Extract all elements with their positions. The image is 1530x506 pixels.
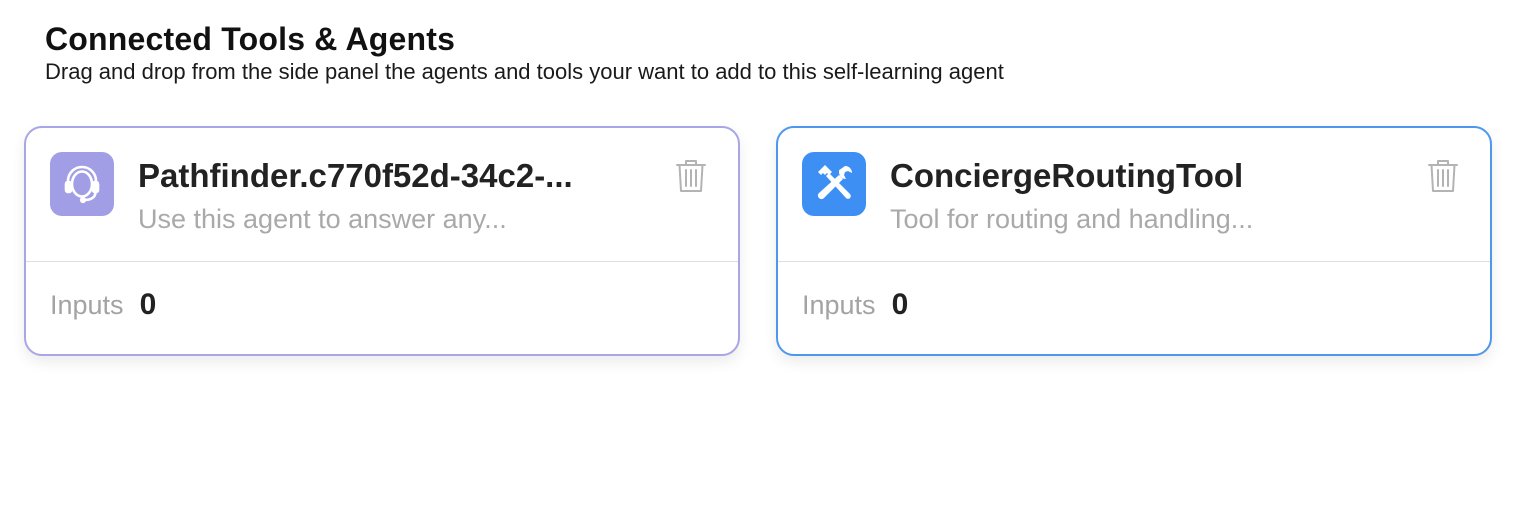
agent-card[interactable]: Pathfinder.c770f52d-34c2-... Use this ag… <box>24 126 740 356</box>
headset-icon <box>50 152 114 216</box>
tool-description: Tool for routing and handling... <box>890 204 1254 234</box>
inputs-label: Inputs <box>802 290 876 320</box>
hammer-wrench-icon <box>802 152 866 216</box>
inputs-row: Inputs 0 <box>50 288 156 322</box>
section-subtitle: Drag and drop from the side panel the ag… <box>45 59 1004 84</box>
card-header: ConciergeRoutingTool Tool for routing an… <box>778 128 1490 262</box>
trash-icon[interactable] <box>1426 158 1460 194</box>
inputs-count: 0 <box>891 288 909 321</box>
card-header: Pathfinder.c770f52d-34c2-... Use this ag… <box>26 128 738 262</box>
trash-icon[interactable] <box>674 158 708 194</box>
inputs-count: 0 <box>139 288 157 321</box>
agent-name: Pathfinder.c770f52d-34c2-... <box>138 157 573 194</box>
section-title: Connected Tools & Agents <box>45 21 456 57</box>
tool-name: ConciergeRoutingTool <box>890 157 1244 194</box>
inputs-label: Inputs <box>50 290 124 320</box>
inputs-row: Inputs 0 <box>802 288 908 322</box>
tool-card[interactable]: ConciergeRoutingTool Tool for routing an… <box>776 126 1492 356</box>
agent-description: Use this agent to answer any... <box>138 204 507 234</box>
section-header: Connected Tools & Agents Drag and drop f… <box>45 22 1004 85</box>
